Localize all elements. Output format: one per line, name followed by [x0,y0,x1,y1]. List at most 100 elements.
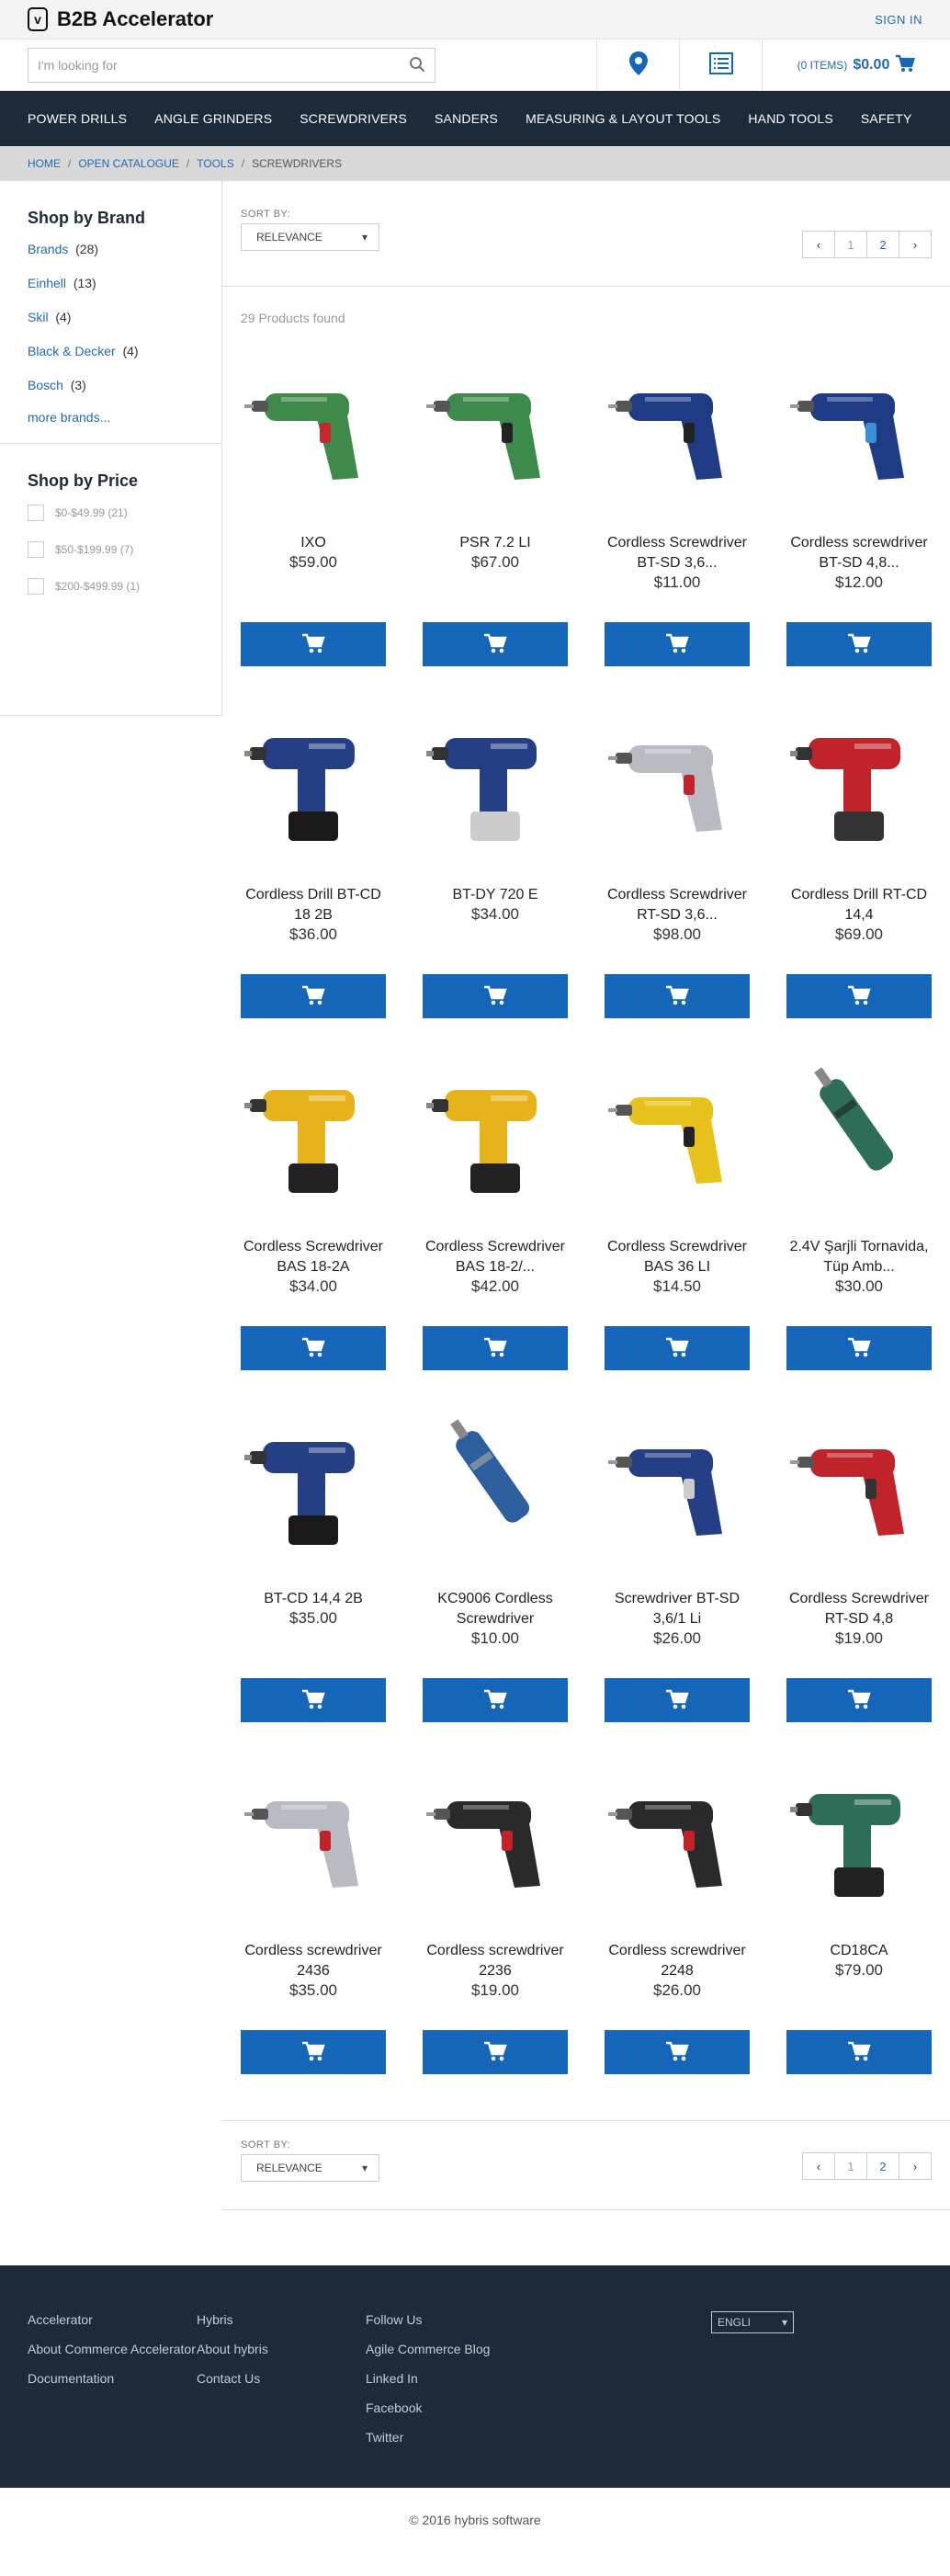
product-image[interactable] [786,1046,932,1211]
price-facet-item[interactable]: $200-$499.99 (1) [28,578,194,595]
price-checkbox[interactable] [28,505,44,521]
product-image[interactable] [423,1750,568,1915]
pagination-page-current[interactable]: 2 [866,231,899,258]
product-image[interactable] [605,342,750,507]
product-name[interactable]: PSR 7.2 LI [459,533,530,553]
pagination-prev-button[interactable]: ‹ [802,231,835,258]
pagination-page[interactable]: 1 [834,231,867,258]
price-facet-item[interactable]: $0-$49.99 (21) [28,505,194,521]
breadcrumb-home[interactable]: HOME [28,157,61,170]
add-to-cart-button[interactable] [241,622,386,666]
product-name[interactable]: KC9006 Cordless Screwdriver [423,1589,568,1629]
footer-link[interactable]: Follow Us [366,2311,535,2328]
add-to-cart-button[interactable] [605,622,750,666]
sort-select[interactable]: RELEVANCE ▾ [241,223,379,251]
footer-link[interactable]: Accelerator [28,2311,197,2328]
nav-sanders[interactable]: SANDERS [435,111,498,126]
add-to-cart-button[interactable] [786,1678,932,1722]
breadcrumb-open-catalogue[interactable]: OPEN CATALOGUE [78,157,179,170]
product-image[interactable] [241,694,386,859]
product-image[interactable] [786,1398,932,1563]
add-to-cart-button[interactable] [786,974,932,1018]
brand-facet-item[interactable]: Skil (4) [28,310,194,324]
nav-hand-tools[interactable]: HAND TOOLS [748,111,833,126]
product-name[interactable]: Cordless screwdriver 2248 [605,1941,750,1981]
breadcrumb-tools[interactable]: TOOLS [197,157,233,170]
store-locator-button[interactable] [596,40,679,90]
add-to-cart-button[interactable] [605,1326,750,1370]
search-input[interactable] [38,58,409,73]
product-image[interactable] [605,694,750,859]
product-image[interactable] [605,1750,750,1915]
add-to-cart-button[interactable] [605,2030,750,2074]
product-name[interactable]: CD18CA [830,1941,888,1961]
product-image[interactable] [786,342,932,507]
pagination-next-button[interactable]: › [899,231,932,258]
quick-order-button[interactable] [679,40,762,90]
footer-link[interactable]: Facebook [366,2400,535,2416]
product-name[interactable]: Cordless screwdriver BT-SD 4,8... [786,533,932,573]
sort-select[interactable]: RELEVANCE ▾ [241,2154,379,2182]
product-name[interactable]: Cordless screwdriver 2436 [241,1941,386,1981]
add-to-cart-button[interactable] [423,622,568,666]
brand-facet-item[interactable]: Bosch (3) [28,378,194,392]
brand-facet-item[interactable]: Black & Decker (4) [28,344,194,358]
product-image[interactable] [605,1398,750,1563]
product-image[interactable] [423,1046,568,1211]
more-brands-link[interactable]: more brands... [28,410,194,425]
add-to-cart-button[interactable] [241,1326,386,1370]
product-name[interactable]: Cordless Screwdriver BAS 36 LI [605,1237,750,1277]
footer-link[interactable]: Documentation [28,2370,197,2387]
add-to-cart-button[interactable] [423,1678,568,1722]
footer-link[interactable]: About hybris [197,2341,366,2357]
product-image[interactable] [423,342,568,507]
search-icon[interactable] [409,56,425,75]
product-image[interactable] [241,1398,386,1563]
brand-facet-item[interactable]: Brands (28) [28,242,194,256]
nav-power-drills[interactable]: POWER DRILLS [28,111,127,126]
product-name[interactable]: IXO [300,533,326,553]
footer-link[interactable]: Linked In [366,2370,535,2387]
product-name[interactable]: Cordless Drill BT-CD 18 2B [241,885,386,925]
nav-screwdrivers[interactable]: SCREWDRIVERS [300,111,407,126]
add-to-cart-button[interactable] [241,2030,386,2074]
product-image[interactable] [605,1046,750,1211]
product-name[interactable]: 2.4V Şarjli Tornavida, Tüp Amb... [786,1237,932,1277]
price-facet-item[interactable]: $50-$199.99 (7) [28,541,194,558]
add-to-cart-button[interactable] [605,974,750,1018]
site-logo[interactable]: v B2B Accelerator [28,7,213,31]
nav-safety[interactable]: SAFETY [861,111,912,126]
mini-cart[interactable]: (0 ITEMS) $0.00 [762,40,950,90]
product-image[interactable] [786,1750,932,1915]
pagination-page[interactable]: 1 [834,2152,867,2180]
price-checkbox[interactable] [28,578,44,595]
sign-in-link[interactable]: SIGN IN [875,13,922,27]
add-to-cart-button[interactable] [605,1678,750,1722]
product-image[interactable] [241,1046,386,1211]
price-checkbox[interactable] [28,541,44,558]
product-name[interactable]: Cordless Screwdriver BT-SD 3,6... [605,533,750,573]
nav-measuring-layout-tools[interactable]: MEASURING & LAYOUT TOOLS [526,111,720,126]
product-image[interactable] [423,1398,568,1563]
add-to-cart-button[interactable] [786,622,932,666]
product-image[interactable] [241,1750,386,1915]
pagination-next-button[interactable]: › [899,2152,932,2180]
footer-link[interactable]: Agile Commerce Blog [366,2341,535,2357]
footer-link[interactable]: Contact Us [197,2370,366,2387]
pagination-prev-button[interactable]: ‹ [802,2152,835,2180]
footer-link[interactable]: Twitter [366,2429,535,2445]
add-to-cart-button[interactable] [423,974,568,1018]
add-to-cart-button[interactable] [423,2030,568,2074]
add-to-cart-button[interactable] [241,974,386,1018]
nav-angle-grinders[interactable]: ANGLE GRINDERS [154,111,272,126]
product-name[interactable]: Screwdriver BT-SD 3,6/1 Li [605,1589,750,1629]
product-name[interactable]: Cordless Screwdriver BAS 18-2A [241,1237,386,1277]
product-image[interactable] [786,694,932,859]
product-name[interactable]: Cordless Screwdriver RT-SD 3,6... [605,885,750,925]
product-name[interactable]: Cordless Screwdriver BAS 18-2/... [423,1237,568,1277]
product-name[interactable]: BT-DY 720 E [452,885,537,905]
add-to-cart-button[interactable] [786,1326,932,1370]
brand-facet-item[interactable]: Einhell (13) [28,276,194,290]
footer-link[interactable]: Hybris [197,2311,366,2328]
add-to-cart-button[interactable] [786,2030,932,2074]
